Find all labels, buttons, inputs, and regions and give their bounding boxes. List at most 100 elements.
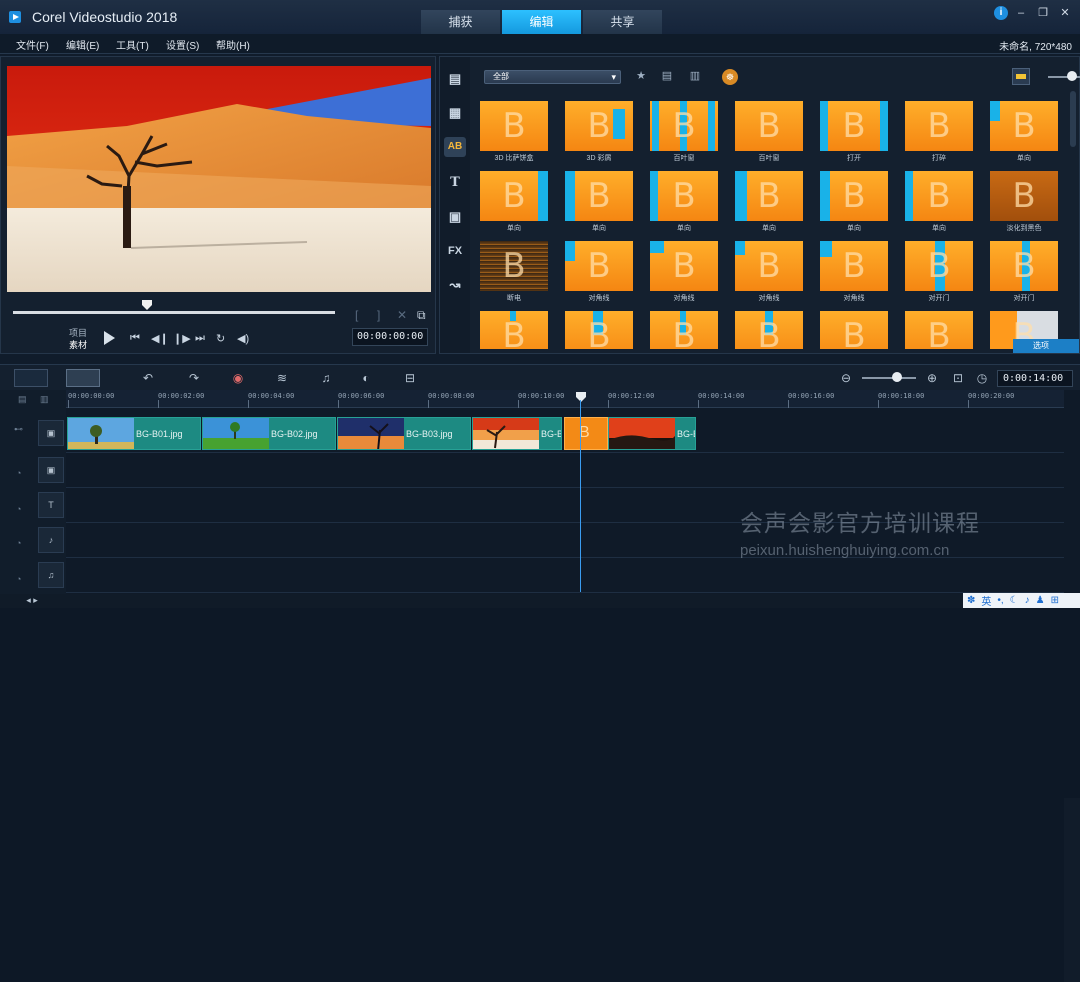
- transition-thumbnail[interactable]: B 单向: [733, 171, 815, 239]
- enlarge-preview-icon[interactable]: ⧉: [417, 308, 429, 322]
- fit-project-icon[interactable]: ⊡: [948, 370, 968, 386]
- transition-thumbnail[interactable]: B 3D 比萨饼盒: [478, 101, 560, 169]
- library-scrollbar[interactable]: [1070, 91, 1076, 147]
- fx-icon[interactable]: FX: [444, 241, 466, 261]
- get-more-icon[interactable]: ☸: [722, 69, 738, 85]
- split-clip-icon[interactable]: ✕: [397, 308, 409, 322]
- timeline-zoom-slider[interactable]: [862, 377, 916, 379]
- transition-thumbnail[interactable]: B 对开门: [903, 241, 985, 309]
- moon-icon[interactable]: ☾: [1010, 595, 1019, 606]
- time-ruler[interactable]: 00:00:00:00 00:00:02:00 00:00:04:00 00:00:0…: [66, 390, 1064, 408]
- transition-thumbnail[interactable]: B 对角线: [733, 241, 815, 309]
- all-tracks-icon[interactable]: ▤: [18, 394, 27, 405]
- minimize-button[interactable]: –: [1012, 6, 1030, 20]
- favorite-icon[interactable]: ★: [632, 69, 650, 85]
- start-icon[interactable]: ⏮: [130, 332, 140, 345]
- preview-video[interactable]: [7, 66, 431, 292]
- end-icon[interactable]: ⏭: [195, 332, 205, 345]
- close-button[interactable]: ✕: [1056, 6, 1074, 20]
- scrub-bar[interactable]: [13, 311, 335, 314]
- timeline-scrollbar[interactable]: [1064, 798, 1080, 982]
- prev-frame-icon[interactable]: ◀❙: [151, 332, 169, 345]
- title-icon[interactable]: T: [444, 173, 466, 193]
- redo-icon[interactable]: ↷: [184, 370, 204, 386]
- punctuation-icon[interactable]: •,: [997, 595, 1003, 606]
- grid-icon[interactable]: ⊞: [1051, 595, 1059, 606]
- music-track[interactable]: [66, 558, 1064, 593]
- transition-thumbnail[interactable]: B 对开门: [988, 241, 1064, 309]
- transition-thumbnail[interactable]: B 断电: [478, 241, 560, 309]
- paw-icon[interactable]: ✽: [967, 595, 975, 606]
- preview-timecode[interactable]: 00:00:00:00: [352, 328, 428, 346]
- transition-thumbnail[interactable]: B 单向: [818, 171, 900, 239]
- scroll-left-icon[interactable]: ◂ ▸: [22, 592, 42, 608]
- sound-mixer-icon[interactable]: ≋: [272, 370, 292, 386]
- voice-track-icon[interactable]: ♪: [38, 527, 64, 553]
- clip-bg-b01[interactable]: BG-B01.jpg: [67, 417, 201, 450]
- mark-in-icon[interactable]: [: [355, 308, 367, 322]
- undo-icon[interactable]: ↶: [138, 370, 158, 386]
- transition-icon[interactable]: AB: [444, 137, 466, 157]
- record-capture-icon[interactable]: ◉: [228, 370, 248, 386]
- track-visibility-icon[interactable]: ◔: [16, 574, 21, 584]
- menu-file[interactable]: 文件(F): [16, 37, 49, 52]
- storyboard-view-button[interactable]: [14, 369, 48, 387]
- transition-thumbnail[interactable]: B 百叶窗: [733, 101, 815, 169]
- clip-bg-b03[interactable]: BG-B03.jpg: [337, 417, 471, 450]
- path-icon[interactable]: ↝: [444, 275, 466, 295]
- transition-thumbnail[interactable]: B: [903, 311, 985, 349]
- info-button[interactable]: i: [994, 6, 1008, 20]
- overlay-track[interactable]: [66, 453, 1064, 488]
- filter-dropdown[interactable]: 全部: [484, 70, 621, 84]
- transition-thumbnail[interactable]: B 对角线: [563, 241, 645, 309]
- view-options-button[interactable]: [1012, 68, 1030, 85]
- thumbnail-size-handle[interactable]: [1067, 71, 1077, 81]
- timeline-view-button[interactable]: [66, 369, 100, 387]
- transition-thumbnail[interactable]: B 对角线: [818, 241, 900, 309]
- transition-thumbnail[interactable]: B 3D 彩屑: [563, 101, 645, 169]
- track-manager-icon[interactable]: ▥: [40, 394, 49, 405]
- transition-thumbnail[interactable]: B 单向: [478, 171, 560, 239]
- transition-thumbnail[interactable]: B: [478, 311, 560, 349]
- transition-clip[interactable]: B: [564, 417, 608, 450]
- scrub-handle[interactable]: [142, 300, 152, 310]
- volume-icon[interactable]: ◀): [237, 332, 249, 345]
- title-track-icon[interactable]: T: [38, 492, 64, 518]
- motion-tracking-icon[interactable]: ◐: [356, 370, 376, 386]
- restore-button[interactable]: ❐: [1034, 6, 1052, 20]
- play-icon[interactable]: [104, 331, 115, 345]
- graphic-icon[interactable]: ▣: [444, 207, 466, 227]
- menu-edit[interactable]: 编辑(E): [66, 37, 99, 52]
- transition-thumbnail[interactable]: B: [563, 311, 645, 349]
- ripple-edit-icon[interactable]: ⊷: [14, 424, 23, 435]
- media-icon[interactable]: ▤: [444, 69, 466, 89]
- ime-lang[interactable]: 英: [981, 593, 991, 608]
- transition-thumbnail[interactable]: B 单向: [903, 171, 985, 239]
- mode-project[interactable]: 项目: [69, 327, 87, 339]
- overlay-track-icon[interactable]: ▣: [38, 457, 64, 483]
- transition-thumbnail[interactable]: B: [818, 311, 900, 349]
- clip-bg-b04[interactable]: BG-B: [472, 417, 562, 450]
- transition-thumbnail[interactable]: B 打开: [818, 101, 900, 169]
- timeline-timecode[interactable]: 0:00:14:00: [997, 370, 1073, 387]
- music-track-icon[interactable]: ♫: [38, 562, 64, 588]
- mark-out-icon[interactable]: ]: [377, 308, 389, 322]
- voice-icon[interactable]: ♪: [1025, 595, 1030, 606]
- auto-music-icon[interactable]: ♫: [316, 370, 336, 386]
- transition-thumbnail[interactable]: B 单向: [648, 171, 730, 239]
- video-track-icon[interactable]: ▣: [38, 420, 64, 446]
- preview-mode-selector[interactable]: 项目 素材: [69, 327, 87, 351]
- skin-icon[interactable]: ♟: [1036, 595, 1045, 606]
- options-button[interactable]: 选项: [1013, 339, 1079, 353]
- track-visibility-icon[interactable]: ◔: [16, 538, 21, 548]
- transition-thumbnail[interactable]: B: [733, 311, 815, 349]
- zoom-in-icon[interactable]: ⊕: [922, 370, 942, 386]
- transition-thumbnail[interactable]: B 单向: [988, 101, 1064, 169]
- menu-settings[interactable]: 设置(S): [166, 37, 199, 52]
- timeline-zoom-handle[interactable]: [892, 372, 902, 382]
- transition-thumbnail[interactable]: B 淡化到黑色: [988, 171, 1064, 239]
- clip-bg-b02[interactable]: BG-B02.jpg: [202, 417, 336, 450]
- transition-thumbnail[interactable]: B: [648, 311, 730, 349]
- menu-tools[interactable]: 工具(T): [116, 37, 149, 52]
- mode-clip[interactable]: 素材: [69, 339, 87, 351]
